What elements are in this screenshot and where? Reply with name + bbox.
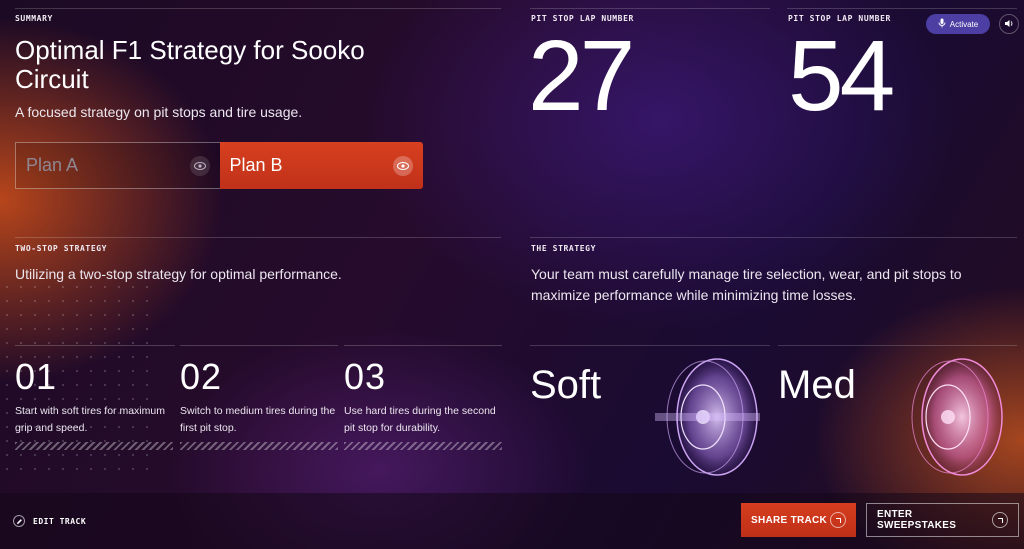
two-stop-description: Utilizing a two-stop strategy for optima… <box>15 266 342 282</box>
med-tire-image <box>911 358 1003 476</box>
step-2: 02 Switch to medium tires during the fir… <box>180 345 338 437</box>
enter-sweepstakes-label: ENTER SWEEPSTAKES <box>877 509 957 531</box>
plan-a-button[interactable]: Plan A <box>15 142 220 189</box>
divider <box>530 345 770 346</box>
plan-selector: Plan A Plan B <box>15 142 423 189</box>
divider <box>180 345 338 346</box>
pencil-icon <box>13 515 25 527</box>
divider <box>15 8 501 9</box>
chevron-strip <box>344 442 502 450</box>
tire-med-label: Med <box>778 363 856 407</box>
arrow-corner-icon <box>830 512 846 528</box>
activate-button[interactable]: Activate <box>926 14 990 34</box>
step-1: 01 Start with soft tires for maximum gri… <box>15 345 175 437</box>
speaker-icon <box>1004 15 1014 33</box>
strategy-description: Your team must carefully manage tire sel… <box>531 266 962 303</box>
divider <box>15 345 175 346</box>
soft-tire-image <box>655 358 760 476</box>
chevron-strip <box>15 442 173 450</box>
divider <box>530 237 1017 238</box>
page-title: Optimal F1 Strategy for Sooko Circuit <box>15 35 365 94</box>
divider <box>15 237 501 238</box>
step-text: Switch to medium tires during the first … <box>180 405 336 434</box>
step-3: 03 Use hard tires during the second pit … <box>344 345 502 437</box>
speaker-button[interactable] <box>999 14 1019 34</box>
edit-track-label: EDIT TRACK <box>33 516 87 526</box>
divider <box>530 8 770 9</box>
share-track-label: SHARE TRACK <box>751 514 828 526</box>
page-subtitle: A focused strategy on pit stops and tire… <box>15 104 303 120</box>
step-number: 02 <box>180 356 223 397</box>
summary-label: SUMMARY <box>15 14 53 23</box>
divider <box>778 345 1017 346</box>
step-text: Use hard tires during the second pit sto… <box>344 405 496 434</box>
chevron-strip <box>180 442 338 450</box>
step-number: 01 <box>15 356 58 397</box>
pit-stop-1-lap: 27 <box>528 20 635 132</box>
divider <box>787 8 1017 9</box>
pit-stop-2-lap: 54 <box>788 20 895 132</box>
divider <box>344 345 502 346</box>
strategy-label: THE STRATEGY <box>531 244 596 253</box>
plan-b-button[interactable]: Plan B <box>219 142 423 189</box>
plan-a-label: Plan A <box>26 155 79 175</box>
eye-icon[interactable] <box>189 155 210 176</box>
two-stop-label: TWO-STOP STRATEGY <box>15 244 108 253</box>
arrow-corner-icon <box>992 512 1008 528</box>
share-track-button[interactable]: SHARE TRACK <box>741 503 856 537</box>
microphone-icon <box>938 18 946 30</box>
eye-icon[interactable] <box>393 155 413 176</box>
tire-soft-label: Soft <box>530 363 602 407</box>
edit-track-button[interactable]: EDIT TRACK <box>13 515 86 527</box>
plan-b-label: Plan B <box>229 155 283 175</box>
activate-label: Activate <box>949 19 979 29</box>
step-text: Start with soft tires for maximum grip a… <box>15 405 165 434</box>
step-number: 03 <box>344 356 387 397</box>
enter-sweepstakes-button[interactable]: ENTER SWEEPSTAKES <box>866 503 1019 537</box>
